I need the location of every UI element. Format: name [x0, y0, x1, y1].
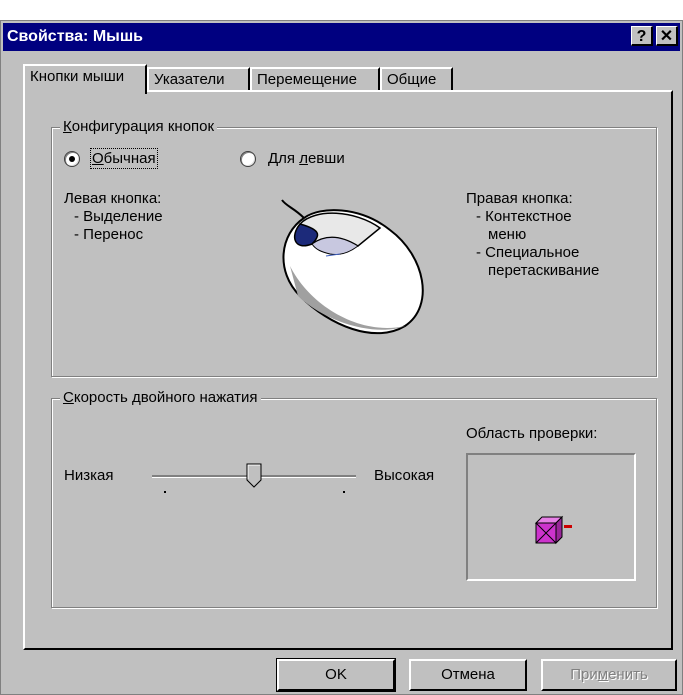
tab-label: Общие: [387, 71, 437, 88]
tab-general[interactable]: Общие: [380, 67, 453, 92]
right-button-item: меню: [488, 226, 527, 243]
radio-left-handed-label[interactable]: Для левши: [268, 150, 345, 167]
tab-label: Перемещение: [257, 71, 357, 88]
speed-high-label: Высокая: [374, 467, 435, 484]
close-button[interactable]: ✕: [656, 26, 678, 46]
jack-in-the-box-icon: [534, 515, 572, 545]
left-button-title: Левая кнопка:: [64, 190, 162, 207]
mouse-properties-dialog: Свойства: Мышь ? ✕ Кнопки мыши Указатели…: [0, 20, 683, 695]
help-button[interactable]: ?: [631, 26, 653, 46]
slider-thumb[interactable]: [246, 463, 262, 488]
tab-label: Кнопки мыши: [30, 68, 125, 85]
slider-tick: [164, 491, 166, 493]
help-icon: ?: [636, 28, 647, 45]
tab-panel: Конфигурация кнопок Обычная Для левши Ле…: [23, 90, 673, 650]
radio-normal-label[interactable]: Обычная: [90, 148, 158, 169]
button-config-legend: Конфигурация кнопок: [60, 118, 218, 135]
left-button-item: - Выделение: [74, 208, 163, 225]
radio-normal[interactable]: [64, 151, 80, 167]
test-area[interactable]: [466, 453, 636, 581]
cancel-button[interactable]: Отмена: [409, 659, 527, 691]
double-click-group: Скорость двойного нажатия Низкая Высокая…: [51, 389, 657, 608]
close-icon: ✕: [659, 28, 674, 45]
left-button-item: - Перенос: [74, 226, 144, 243]
radio-selected-dot: [69, 156, 75, 162]
button-config-group: Конфигурация кнопок Обычная Для левши Ле…: [51, 118, 657, 377]
mouse-icon: [281, 199, 424, 335]
right-button-item: - Контекстное: [476, 208, 572, 225]
title-bar[interactable]: Свойства: Мышь ? ✕: [3, 23, 680, 51]
tab-mouse-buttons[interactable]: Кнопки мыши: [23, 64, 147, 94]
test-area-label: Область проверки:: [466, 425, 598, 442]
tab-motion[interactable]: Перемещение: [250, 67, 380, 92]
tab-pointers[interactable]: Указатели: [147, 67, 250, 92]
right-button-title: Правая кнопка:: [466, 190, 573, 207]
apply-button[interactable]: Применить: [541, 659, 677, 691]
tab-label: Указатели: [154, 71, 225, 88]
right-button-item: перетаскивание: [488, 262, 600, 279]
radio-left-handed[interactable]: [240, 151, 256, 167]
double-click-legend: Скорость двойного нажатия: [60, 389, 261, 406]
speed-slider[interactable]: [152, 459, 358, 499]
window-title: Свойства: Мышь: [7, 28, 143, 45]
ok-button[interactable]: OK: [276, 658, 396, 692]
speed-low-label: Низкая: [64, 467, 114, 484]
slider-tick: [343, 491, 345, 493]
right-button-item: - Специальное: [476, 244, 580, 261]
